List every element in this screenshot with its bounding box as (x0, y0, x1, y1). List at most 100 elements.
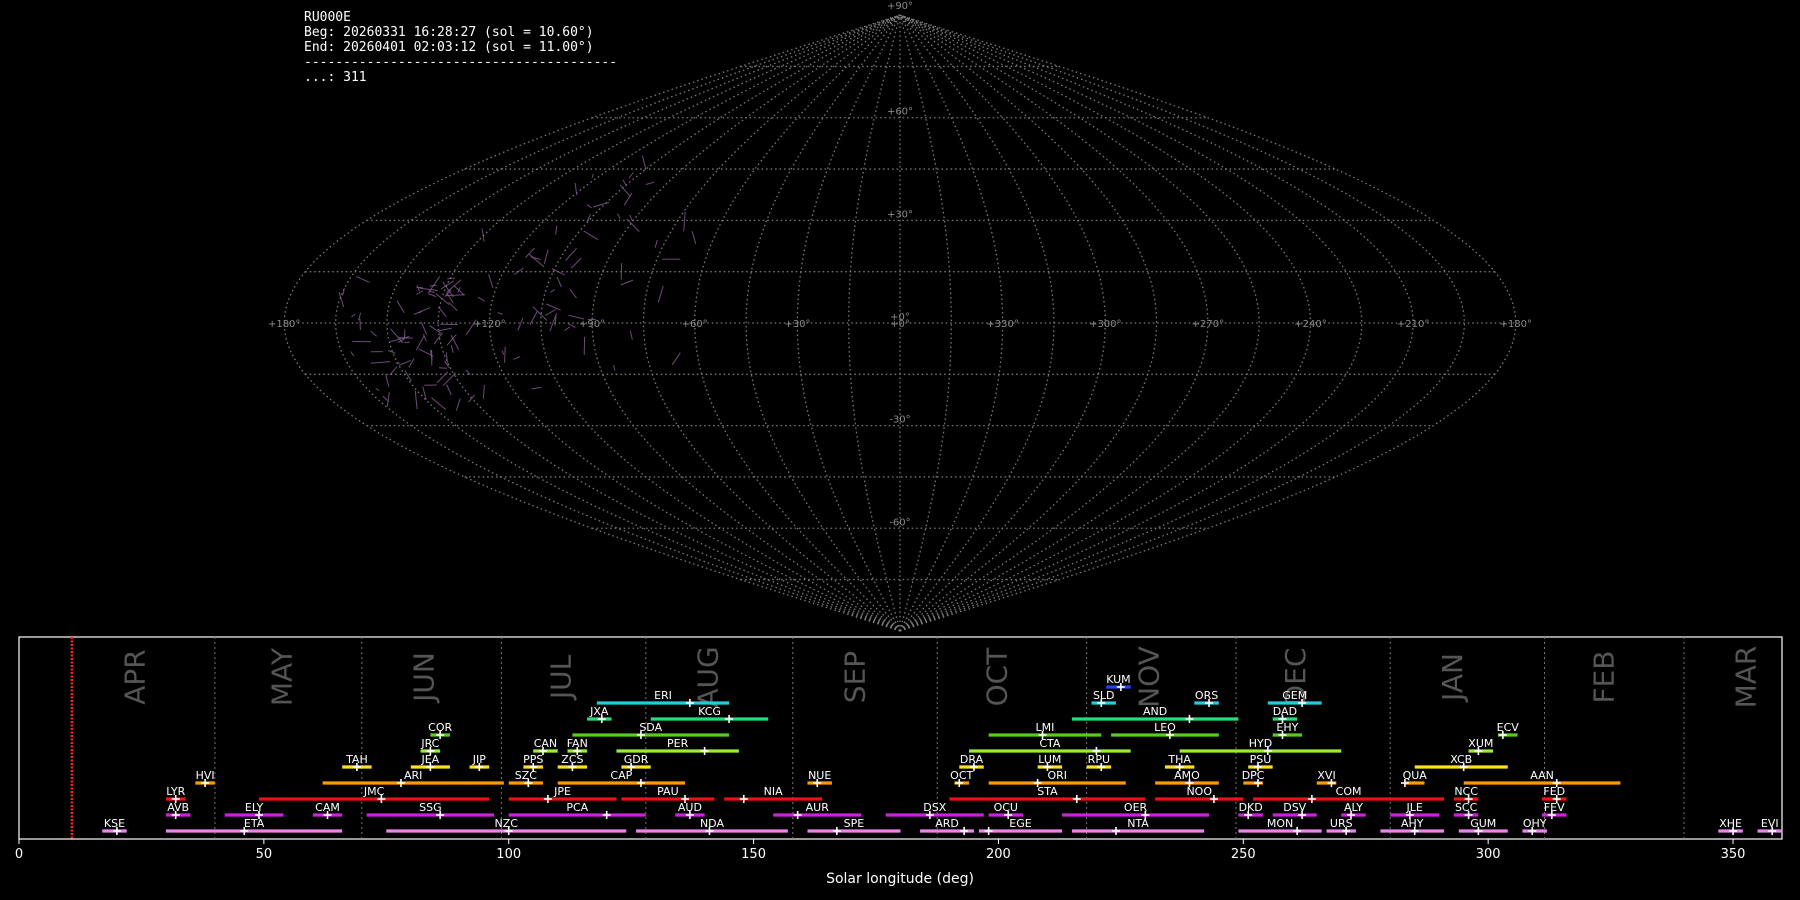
meteor-track (416, 285, 420, 292)
shower-code: ORI (1047, 769, 1067, 782)
shower-code: LYR (166, 785, 185, 798)
shower-ori: ORI (988, 769, 1126, 787)
shower-rpu: RPU (1086, 753, 1112, 771)
shower-code: JXA (589, 705, 609, 718)
meteor-track (436, 371, 449, 384)
meteor-track (455, 398, 461, 411)
meteor-track (513, 356, 521, 360)
meteor-track (671, 352, 681, 366)
shower-code: KUM (1106, 673, 1130, 686)
meteor-track (429, 325, 442, 334)
shower-code: ARI (404, 769, 422, 782)
meteor-track (574, 182, 578, 196)
shower-code: NOO (1186, 785, 1212, 798)
shower-code: XVI (1317, 769, 1335, 782)
shower-avb: AVB (165, 801, 191, 819)
meteor-track (450, 344, 454, 353)
shower-cam: CAM (312, 801, 343, 819)
shower-code: DSV (1283, 801, 1306, 814)
longitude-label: +330° (986, 319, 1018, 330)
shower-code: NCC (1454, 785, 1478, 798)
begin-time: Beg: 20260331 16:28:27 (sol = 10.60°) (304, 25, 594, 40)
shower-code: XHE (1719, 817, 1742, 830)
shower-ncc: NCC (1453, 785, 1479, 803)
shower-dkd: DKD (1238, 801, 1263, 819)
month-label: OCT (980, 647, 1013, 707)
shower-jxa: JXA (587, 705, 612, 723)
shower-code: STA (1037, 785, 1058, 798)
shower-ors: ORS (1194, 689, 1219, 707)
meteor-track (565, 247, 577, 261)
latitude-label: -60° (889, 517, 910, 528)
meteor-track (415, 335, 425, 351)
shower-hvi: HVI (195, 769, 215, 787)
shower-code: NZC (495, 817, 519, 830)
shower-code: KCG (698, 705, 721, 718)
meteor-track (396, 300, 405, 314)
shower-amo: AMO (1155, 769, 1219, 787)
x-axis: 0 50 100 150 200 250 300 350 (15, 839, 1745, 862)
shower-lum: LUM (1037, 753, 1063, 771)
shower-code: DPC (1242, 769, 1265, 782)
shower-code: NUE (808, 769, 831, 782)
shower-code: THA (1167, 753, 1191, 766)
meteor-track (592, 201, 610, 208)
meteor-count: ...: 311 (304, 70, 367, 85)
shower-code: JRC (420, 737, 439, 750)
shower-eta: ETA (165, 817, 343, 835)
shower-xvi: XVI (1316, 769, 1337, 787)
month-label: FEB (1588, 650, 1621, 703)
longitude-label: +0° (890, 319, 910, 330)
shower-code: DAD (1273, 705, 1297, 718)
shower-cap: CAP (557, 769, 686, 787)
month-label: APR (119, 649, 152, 705)
latitude-label: +60° (887, 107, 913, 118)
meteor-track (657, 285, 664, 303)
meteor-track (620, 279, 634, 286)
meteor-track (438, 367, 447, 369)
info-separator: ---------------------------------------- (304, 55, 618, 70)
shower-ely: ELY (224, 801, 284, 819)
meteor-track (683, 211, 686, 232)
x-axis-label: Solar longitude (deg) (826, 871, 974, 887)
shower-code: PCA (566, 801, 588, 814)
shower-xhe: XHE (1718, 817, 1743, 835)
shower-code: ELY (245, 801, 264, 814)
x-tick-label: 100 (496, 847, 521, 862)
shower-dsx: DSX (885, 801, 984, 819)
shower-code: FED (1543, 785, 1565, 798)
meteor-track (622, 179, 627, 187)
shower-psu: PSU (1248, 753, 1273, 771)
shower-code: TAH (345, 753, 368, 766)
shower-code: NIA (764, 785, 783, 798)
shower-code: HYD (1249, 737, 1272, 750)
shower-code: ECV (1497, 721, 1520, 734)
shower-code: JMC (363, 785, 385, 798)
meteor-track (386, 392, 390, 407)
shower-gum: GUM (1458, 817, 1508, 835)
shower-code: PER (667, 737, 689, 750)
shower-zcs: ZCS (557, 753, 588, 771)
shower-code: PAU (657, 785, 679, 798)
shower-code: LUM (1038, 753, 1061, 766)
shower-ehy: EHY (1272, 721, 1303, 739)
x-tick-label: 250 (1231, 847, 1256, 862)
shower-code: NDA (700, 817, 725, 830)
shower-gdr: GDR (621, 753, 651, 771)
meteor-track (482, 384, 485, 399)
shower-code: XCB (1450, 753, 1472, 766)
meteor-track (591, 173, 594, 179)
shower-code: ARD (935, 817, 959, 830)
shower-jip: JIP (469, 753, 490, 771)
shower-and: AND (1071, 705, 1239, 723)
end-time: End: 20260401 02:03:12 (sol = 11.00°) (304, 40, 594, 55)
meteor-track (408, 358, 415, 368)
longitude-label: +180° (1500, 319, 1532, 330)
shower-code: EHY (1276, 721, 1298, 734)
shower-pps: PPS (523, 753, 543, 771)
shower-urs: URS (1326, 817, 1356, 835)
meteor-track (504, 346, 506, 363)
shower-code: ALY (1344, 801, 1363, 814)
shower-jea: JEA (410, 753, 450, 771)
meteor-track (619, 184, 631, 197)
